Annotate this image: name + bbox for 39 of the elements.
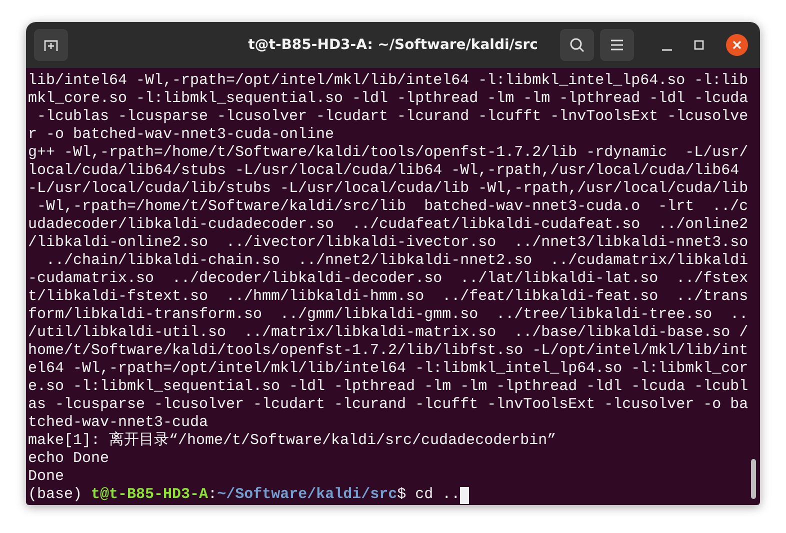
prompt-separator: : bbox=[208, 486, 218, 504]
terminal-line: /util/libkaldi-util.so ../matrix/libkaldi-matrix.so ../base/libkaldi-base.so / bbox=[28, 324, 750, 342]
prompt-user-host: t@t-B85-HD3-A bbox=[91, 486, 208, 504]
search-icon bbox=[569, 37, 585, 53]
scrollbar-thumb[interactable] bbox=[751, 459, 756, 499]
terminal-line: echo Done bbox=[28, 450, 110, 468]
menu-button[interactable] bbox=[600, 29, 634, 61]
terminal-line: local/cuda/lib64/stubs -L/usr/local/cuda/lib64 -Wl,-rpath,/usr/local/cuda/lib64 bbox=[28, 162, 740, 180]
terminal-line: -Wl,-rpath=/home/t/Software/kaldi/src/lib batched-wav-nnet3-cuda.o -lrt ../c bbox=[36, 198, 750, 216]
terminal-line: as -lcusparse -lcusolver -lcudart -lcurand -lcufft -lnvToolsExt -lcusolver -o ba bbox=[28, 396, 750, 414]
prompt-path: ~/Software/kaldi/src bbox=[217, 486, 398, 504]
terminal-line: r -o batched-wav-nnet3-cuda-online bbox=[28, 126, 336, 144]
terminal-line: -lcublas -lcusparse -lcusolver -lcudart -lcurand -lcufft -lnvToolsExt -lcusolve bbox=[36, 108, 750, 126]
terminal-line: udadecoder/libkaldi-cudadecoder.so ../cudafeat/libkaldi-cudafeat.so ../online2 bbox=[28, 216, 750, 234]
menu-icon bbox=[610, 39, 624, 51]
terminal-line: /libkaldi-online2.so ../ivector/libkaldi-ivector.so ../nnet3/libkaldi-nnet3.so bbox=[28, 234, 750, 252]
terminal-line: -L/usr/local/cuda/lib/stubs -L/usr/local/cuda/lib -Wl,-rpath,/usr/local/cuda/lib bbox=[28, 180, 750, 198]
terminal-line: ../chain/libkaldi-chain.so ../nnet2/libkaldi-nnet2.so ../cudamatrix/libkaldi bbox=[45, 252, 750, 270]
prompt-command: $ cd .. bbox=[397, 486, 460, 504]
terminal-line: g++ -Wl,-rpath=/home/t/Software/kaldi/tools/openfst-1.7.2/lib -rdynamic -L/usr/ bbox=[28, 144, 750, 162]
terminal-line: make[1]: 离开目录“/home/t/Software/kaldi/src/cudadecoderbin” bbox=[28, 432, 558, 450]
text-cursor bbox=[460, 486, 470, 504]
minimize-icon bbox=[662, 49, 672, 51]
terminal-line: e.so -l:libmkl_sequential.so -ldl -lpthread -lm -lm -lpthread -ldl -lcuda -lcubl bbox=[28, 378, 750, 396]
terminal-line: lib/intel64 -Wl,-rpath=/opt/intel/mkl/lib/intel64 -l:libmkl_intel_lp64.so -l:lib bbox=[28, 72, 750, 90]
terminal-line: -cudamatrix.so ../decoder/libkaldi-decoder.so ../lat/libkaldi-lat.so ../fstex bbox=[28, 270, 750, 288]
maximize-icon bbox=[694, 40, 704, 50]
terminal-line: el64 -Wl,-rpath=/opt/intel/mkl/lib/intel64 -l:libmkl_intel_lp64.so -l:libmkl_cor bbox=[28, 360, 750, 378]
terminal-line: mkl_core.so -l:libmkl_sequential.so -ldl -lpthread -lm -lm -lpthread -ldl -lcuda bbox=[28, 90, 750, 108]
terminal-line: form/libkaldi-transform.so ../gmm/libkaldi-gmm.so ../tree/libkaldi-tree.so .. bbox=[28, 306, 750, 324]
terminal-line: t/libkaldi-fstext.so ../hmm/libkaldi-hmm.so ../feat/libkaldi-feat.so ../trans bbox=[28, 288, 750, 306]
terminal-line: tched-wav-nnet3-cuda bbox=[28, 414, 210, 431]
window-title: t@t-B85-HD3-A: ~/Software/kaldi/src bbox=[248, 37, 538, 53]
terminal-line: home/t/Software/kaldi/tools/openfst-1.7.2/lib/libfst.so -L/opt/intel/mkl/lib/int bbox=[28, 342, 750, 360]
close-icon bbox=[726, 34, 748, 56]
terminal-line: Done bbox=[28, 468, 66, 486]
conda-env: (base) bbox=[28, 486, 84, 504]
new-tab-button[interactable] bbox=[34, 29, 68, 61]
search-button[interactable] bbox=[560, 29, 594, 61]
